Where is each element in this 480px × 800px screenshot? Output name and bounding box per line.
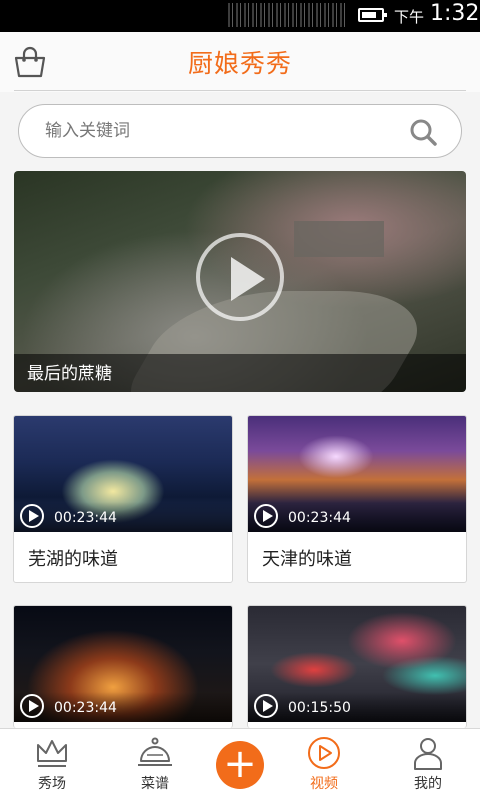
- video-duration: 00:23:44: [54, 700, 117, 716]
- status-bar: 下午 1:32: [0, 0, 480, 32]
- nav-label: 秀场: [38, 776, 66, 792]
- video-thumbnail: 00:23:44: [14, 416, 232, 532]
- video-title: 芜湖的味道: [28, 549, 118, 570]
- nav-item-show[interactable]: 秀场: [4, 729, 100, 800]
- video-duration: 00:23:44: [54, 510, 117, 526]
- video-thumbnail: 00:15:50: [248, 606, 466, 722]
- video-card[interactable]: 00:23:44 芜湖的味道: [13, 415, 233, 583]
- video-card[interactable]: 00:23:44: [13, 605, 233, 728]
- battery-icon: [358, 8, 387, 22]
- video-duration: 00:15:50: [288, 700, 351, 716]
- bottom-nav: 秀场 菜谱 + 视频 我的: [0, 728, 480, 800]
- nav-item-mine[interactable]: 我的: [380, 729, 476, 800]
- video-duration: 00:23:44: [288, 510, 351, 526]
- featured-thumbnail-hut: [294, 221, 384, 257]
- featured-caption: 最后的蔗糖: [27, 364, 112, 384]
- status-ampm: 下午: [394, 8, 425, 26]
- nav-label: 视频: [310, 776, 338, 792]
- video-card[interactable]: 00:23:44 天津的味道: [247, 415, 467, 583]
- play-icon[interactable]: [20, 694, 44, 718]
- nav-label: 我的: [414, 776, 442, 792]
- video-card[interactable]: 00:15:50: [247, 605, 467, 728]
- play-icon[interactable]: [20, 504, 44, 528]
- play-icon[interactable]: [254, 694, 278, 718]
- status-notifications: [228, 3, 348, 27]
- search-icon[interactable]: [409, 118, 437, 146]
- play-icon[interactable]: [254, 504, 278, 528]
- video-title: 天津的味道: [262, 549, 352, 570]
- dish-cover-icon: [138, 737, 172, 766]
- video-play-icon: [308, 737, 340, 769]
- featured-video[interactable]: 最后的蔗糖: [14, 171, 466, 392]
- search-input[interactable]: [45, 105, 385, 157]
- nav-label: 菜谱: [141, 776, 169, 792]
- thumbnail-overlay: [14, 692, 232, 722]
- app-header: 厨娘秀秀: [0, 32, 480, 92]
- add-button[interactable]: +: [216, 741, 264, 789]
- thumbnail-overlay: [248, 502, 466, 532]
- status-time: 1:32: [430, 1, 480, 26]
- play-icon[interactable]: [196, 233, 284, 321]
- header-divider: [14, 90, 466, 91]
- nav-item-video[interactable]: 视频: [276, 729, 372, 800]
- nav-item-recipes[interactable]: 菜谱: [107, 729, 203, 800]
- video-thumbnail: 00:23:44: [248, 416, 466, 532]
- video-thumbnail: 00:23:44: [14, 606, 232, 722]
- crown-icon: [37, 740, 67, 767]
- thumbnail-overlay: [248, 692, 466, 722]
- thumbnail-overlay: [14, 502, 232, 532]
- user-icon: [414, 738, 442, 770]
- app-title: 厨娘秀秀: [187, 49, 292, 78]
- search-bar: [18, 104, 462, 158]
